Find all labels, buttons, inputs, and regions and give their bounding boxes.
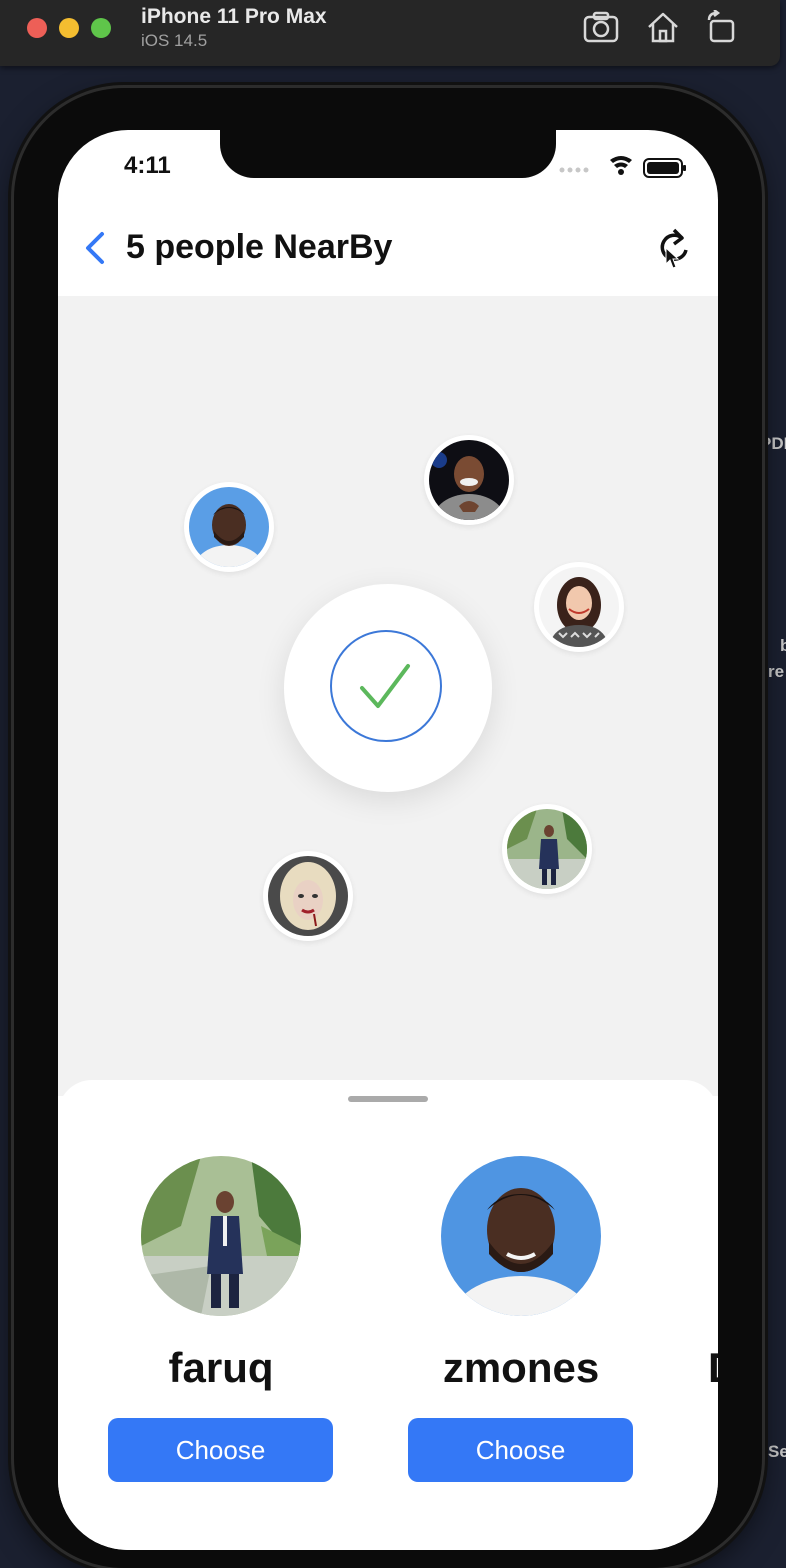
home-button[interactable] — [645, 10, 681, 44]
avatar-bearded-man — [441, 1156, 601, 1316]
next-person-name-peek: D — [708, 1344, 718, 1392]
signal-icon — [559, 167, 589, 173]
choose-button[interactable]: Choose — [408, 1418, 633, 1482]
checkmark-icon — [360, 664, 410, 708]
avatar-bearded-man — [189, 487, 269, 567]
back-button[interactable] — [78, 228, 114, 268]
nearby-radar — [58, 296, 718, 1096]
simulator-os-version: iOS 14.5 — [141, 31, 208, 50]
avatar-woman-dark-hair — [539, 567, 619, 647]
nearby-person-avatar[interactable] — [263, 851, 353, 941]
zoom-window-button[interactable] — [91, 18, 111, 38]
avatar-bald-man — [429, 440, 509, 520]
status-icons — [559, 156, 686, 178]
sheet-grabber[interactable] — [348, 1096, 428, 1102]
desktop-label-fragment: PDI — [760, 434, 786, 453]
simulator-title-bar: iPhone 11 Pro Max iOS 14.5 — [0, 0, 780, 66]
refresh-button[interactable] — [654, 226, 694, 272]
nearby-person-avatar[interactable] — [424, 435, 514, 525]
minimize-window-button[interactable] — [59, 18, 79, 38]
screenshot-icon — [583, 11, 619, 43]
rotate-icon — [707, 9, 735, 43]
nearby-person-avatar[interactable] — [534, 562, 624, 652]
rotate-button[interactable] — [703, 9, 739, 44]
choose-button[interactable]: Choose — [108, 1418, 333, 1482]
phone-screen: 4:11 5 people NearBy faruq Choose zmones… — [58, 130, 718, 1550]
desktop-label-fragment: re — [768, 662, 785, 681]
status-time: 4:11 — [124, 152, 171, 179]
avatar-man-in-suit — [507, 809, 587, 889]
desktop-label-fragment: b — [780, 636, 786, 655]
close-window-button[interactable] — [27, 18, 47, 38]
page-title: 5 people NearBy — [126, 228, 393, 266]
nearby-person-avatar[interactable] — [184, 482, 274, 572]
person-card: faruq Choose — [108, 1156, 334, 1496]
person-name: faruq — [168, 1344, 274, 1391]
scan-status-circle — [284, 584, 492, 792]
simulator-device-name: iPhone 11 Pro Max — [141, 5, 327, 28]
avatar-woman-blonde — [268, 856, 348, 936]
battery-icon — [643, 158, 686, 178]
desktop-label-fragment: Se — [768, 1442, 786, 1461]
nearby-person-avatar[interactable] — [502, 804, 592, 894]
navigation-bar: 5 people NearBy — [58, 210, 718, 296]
wifi-icon — [610, 156, 632, 175]
screenshot-button[interactable] — [583, 10, 619, 44]
check-ring — [330, 630, 442, 742]
chevron-left-icon — [86, 232, 104, 264]
person-name: zmones — [442, 1344, 600, 1391]
home-icon — [648, 12, 678, 43]
notch — [220, 130, 556, 178]
avatar-man-in-suit — [141, 1156, 301, 1316]
people-bottom-sheet: faruq Choose zmones Choose D — [58, 1080, 718, 1550]
person-card: zmones Choose — [408, 1156, 634, 1496]
refresh-icon — [660, 228, 688, 269]
